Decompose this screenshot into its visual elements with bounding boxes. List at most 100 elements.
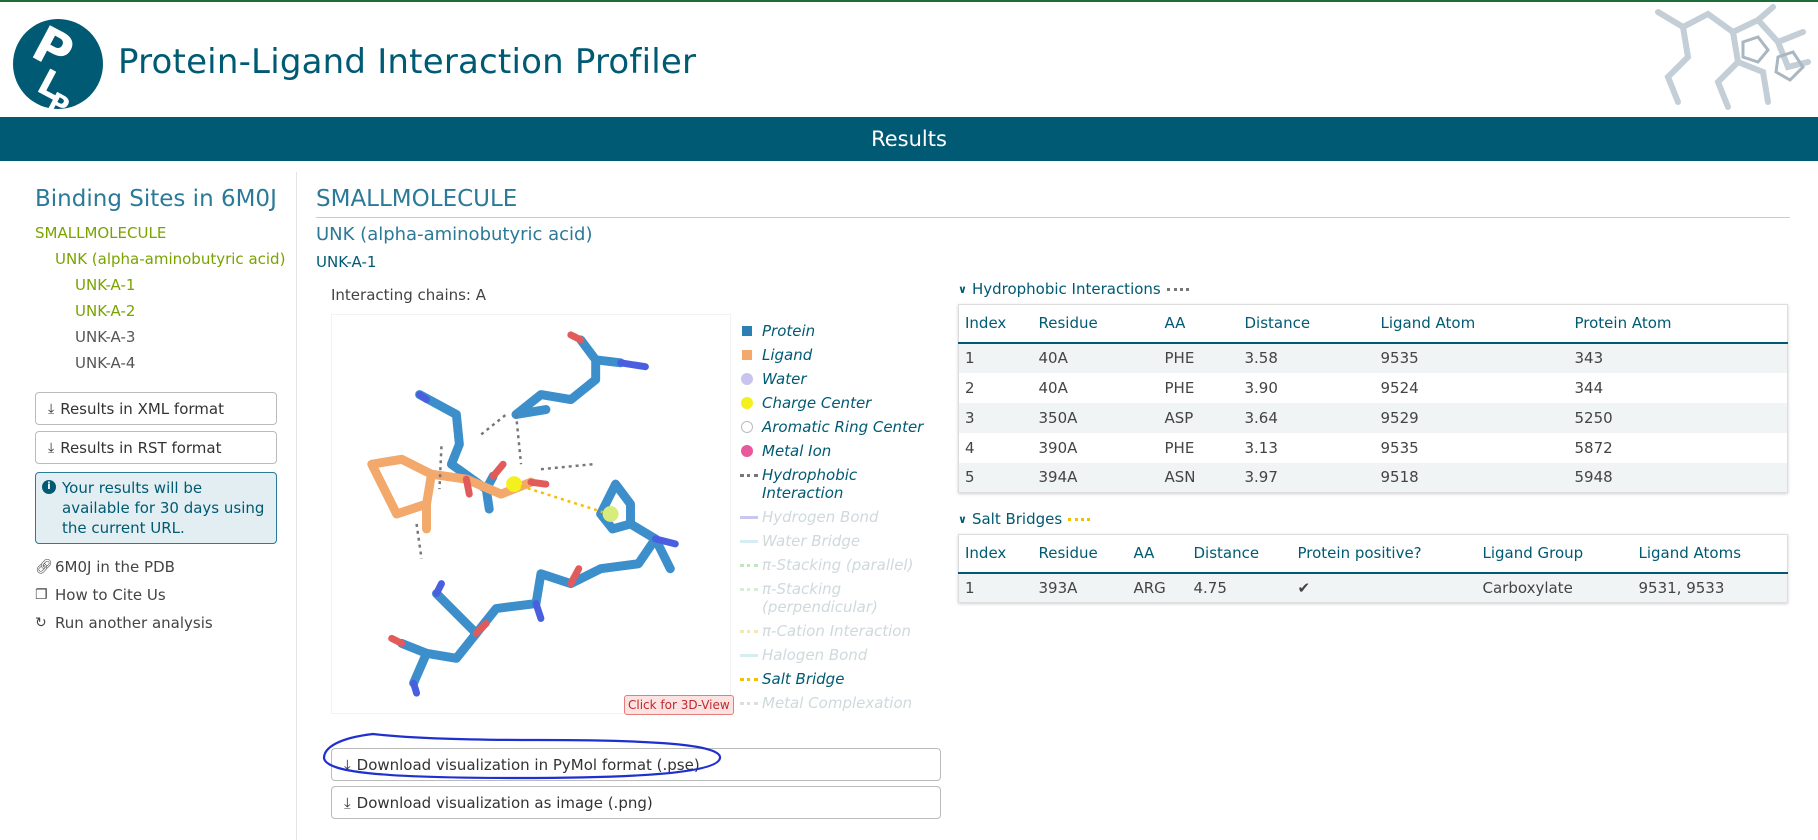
column-header[interactable]: Distance	[1238, 304, 1375, 344]
legend-item: Charge Center	[740, 394, 940, 412]
column-header[interactable]: Index	[958, 534, 1033, 574]
table-cell: 3	[958, 402, 1033, 433]
table-header-row: Index Residue AA Distance Ligand Atom Protein…	[958, 304, 1788, 344]
legend-item: Water Bridge	[740, 532, 940, 550]
sidebar-site-unk-a-3[interactable]: UNK-A-3	[75, 328, 295, 346]
download-png-label: Download visualization as image (.png)	[356, 793, 653, 812]
download-icon: ⤓	[48, 400, 55, 417]
column-header[interactable]: Protein positive?	[1291, 534, 1477, 574]
sidebar-category[interactable]: SMALLMOLECULE	[35, 224, 295, 242]
xml-results-button[interactable]: ⤓ Results in XML format	[35, 392, 277, 425]
sidebar-divider	[296, 172, 297, 840]
sidebar-site-unk-a-1[interactable]: UNK-A-1	[75, 276, 295, 294]
legend-marker-icon	[740, 370, 762, 388]
column-header[interactable]: AA	[1127, 534, 1188, 574]
table-cell: 5872	[1568, 432, 1788, 463]
column-header[interactable]: Protein Atom	[1568, 304, 1788, 344]
sidebar-site-unk-a-2[interactable]: UNK-A-2	[75, 302, 295, 320]
legend-item: Salt Bridge	[740, 670, 940, 688]
cite-link-label: How to Cite Us	[55, 586, 166, 604]
chevron-down-icon: ∨	[958, 282, 967, 296]
table-cell: 393A	[1032, 572, 1128, 603]
xml-results-label: Results in XML format	[60, 399, 224, 418]
table-cell: 9535	[1374, 432, 1569, 463]
sidebar-site-unk-a-4[interactable]: UNK-A-4	[75, 354, 295, 372]
legend-label: π-Stacking (perpendicular)	[762, 580, 878, 616]
table-cell: ASN	[1158, 462, 1239, 493]
molecule-decoration	[1655, 4, 1811, 110]
ligand-subtitle: UNK (alpha-aminobutyric acid)	[316, 224, 593, 245]
legend-label: Water	[762, 370, 807, 388]
legend-item: Ligand	[740, 346, 940, 364]
legend-item: Metal Ion	[740, 442, 940, 460]
legend-label: Metal Complexation	[762, 694, 913, 712]
pdb-link[interactable]: 🔗︎ 6M0J in the PDB	[35, 558, 295, 576]
legend-marker-icon	[740, 346, 762, 364]
section-title: SMALLMOLECULE	[316, 186, 518, 212]
column-header[interactable]: AA	[1158, 304, 1239, 344]
table-cell: 343	[1568, 342, 1788, 373]
table-cell: PHE	[1158, 342, 1239, 373]
legend-marker-icon	[740, 466, 762, 484]
legend-item: Hydrogen Bond	[740, 508, 940, 526]
hydrophobic-section-header[interactable]: ∨ Hydrophobic Interactions	[958, 280, 1189, 298]
legend-marker-icon	[740, 394, 762, 412]
legend-label: Aromatic Ring Center	[762, 418, 924, 436]
app-header: P L P Protein-Ligand Interaction Profile…	[0, 2, 1818, 116]
interaction-visualization[interactable]	[331, 314, 731, 714]
legend-label: π-Cation Interaction	[762, 622, 911, 640]
column-header[interactable]: Distance	[1187, 534, 1292, 574]
legend-label: Ligand	[762, 346, 813, 364]
column-header[interactable]: Ligand Atoms	[1632, 534, 1788, 574]
click-3d-view-badge[interactable]: Click for 3D-View	[624, 695, 734, 715]
table-cell: 5250	[1568, 402, 1788, 433]
table-cell: 1	[958, 342, 1033, 373]
legend-marker-icon	[740, 694, 762, 712]
legend-label: π-Stacking (parallel)	[762, 556, 914, 574]
legend-marker-icon	[740, 322, 762, 340]
column-header[interactable]: Index	[958, 304, 1033, 344]
table-header-row: Index Residue AA Distance Protein positive? L…	[958, 534, 1788, 574]
download-icon: ⤓	[344, 793, 351, 812]
table-cell: 3.64	[1238, 402, 1375, 433]
legend-item: Aromatic Ring Center	[740, 418, 940, 436]
run-again-link[interactable]: ↻ Run another analysis	[35, 614, 295, 632]
table-cell: 40A	[1032, 372, 1159, 403]
table-cell: 390A	[1032, 432, 1159, 463]
sidebar-ligand[interactable]: UNK (alpha-aminobutyric acid)	[55, 250, 295, 268]
column-header[interactable]: Residue	[1032, 534, 1128, 574]
table-cell: 3.97	[1238, 462, 1375, 493]
salt-bridges-section-header[interactable]: ∨ Salt Bridges	[958, 510, 1091, 528]
column-header[interactable]: Residue	[1032, 304, 1159, 344]
legend-marker-icon	[740, 532, 762, 550]
table-cell: PHE	[1158, 372, 1239, 403]
table-row: 5 394A ASN 3.97 9518 5948	[958, 462, 1788, 493]
run-again-label: Run another analysis	[55, 614, 213, 632]
table-cell: ARG	[1127, 572, 1188, 603]
table-row: 1 40A PHE 3.58 9535 343	[958, 342, 1788, 373]
legend-marker-icon	[740, 418, 762, 436]
download-png-button[interactable]: ⤓ Download visualization as image (.png)	[331, 786, 941, 819]
table-cell: 344	[1568, 372, 1788, 403]
column-header[interactable]: Ligand Group	[1476, 534, 1633, 574]
plip-logo[interactable]: P L P	[12, 18, 104, 110]
column-header[interactable]: Ligand Atom	[1374, 304, 1569, 344]
rst-results-label: Results in RST format	[60, 438, 222, 457]
salt-bridge-dotted-icon	[1068, 517, 1091, 521]
legend-label: Water Bridge	[762, 532, 861, 550]
refresh-icon: ↻	[35, 615, 47, 631]
availability-info-text: Your results will be available for 30 da…	[62, 479, 265, 537]
legend-marker-icon	[740, 580, 762, 598]
sidebar: Binding Sites in 6M0J SMALLMOLECULE UNK …	[35, 186, 295, 632]
legend-label: Charge Center	[762, 394, 872, 412]
hydrophobic-title: Hydrophobic Interactions	[971, 280, 1161, 298]
legend-item: π-Cation Interaction	[740, 622, 940, 640]
legend-label: Salt Bridge	[762, 670, 845, 688]
cite-link[interactable]: ❐ How to Cite Us	[35, 586, 295, 604]
info-icon: i	[42, 480, 56, 494]
table-cell: 9535	[1374, 342, 1569, 373]
chevron-down-icon: ∨	[958, 512, 967, 526]
table-row: 4 390A PHE 3.13 9535 5872	[958, 432, 1788, 463]
rst-results-button[interactable]: ⤓ Results in RST format	[35, 431, 277, 464]
legend-item: π-Stacking (parallel)	[740, 556, 940, 574]
